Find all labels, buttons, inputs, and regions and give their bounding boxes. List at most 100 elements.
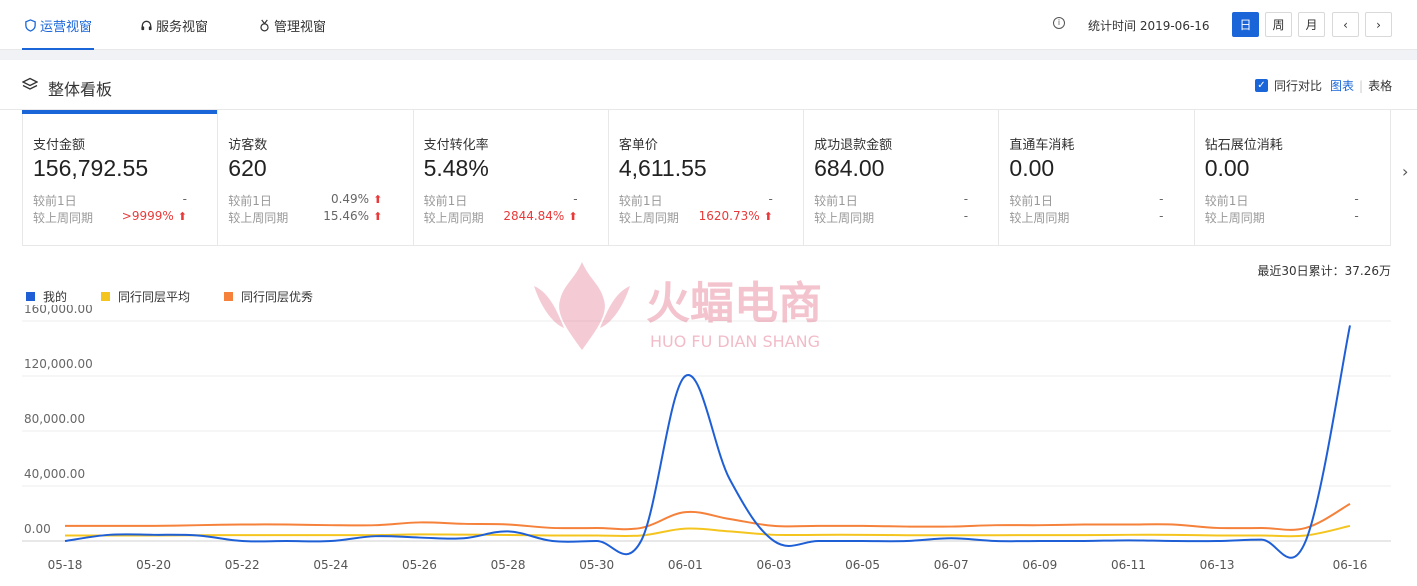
day-compare: 较前1日 - [619,192,773,209]
compare-checkbox[interactable]: ✓ [1255,79,1268,92]
y-tick-label: 0.00 [24,522,51,536]
week-compare: 较上周同期 - [1205,209,1359,226]
week-compare: 较上周同期 - [1009,209,1163,226]
x-tick-label: 05-18 [48,558,83,572]
series-line-best[interactable] [65,502,1351,531]
legend-label: 同行同层优秀 [241,290,314,304]
x-tick-label: 05-30 [579,558,614,572]
period-month-button[interactable]: 月 [1298,12,1325,37]
day-compare-pct: - [1354,192,1359,206]
day-compare-label: 较前1日 [814,194,858,208]
legend-swatch [26,292,35,301]
prev-date-button[interactable]: ‹ [1332,12,1359,37]
day-compare: 较前1日 - [814,192,968,209]
watermark-en: HUO FU DIAN SHANG [650,332,820,351]
tab-management-label: 管理视窗 [274,19,327,35]
metric-card[interactable]: 钻石展位消耗 0.00 较前1日 - 较上周同期 - [1195,110,1390,245]
day-compare-pct: 0.49% [330,192,370,206]
tab-service-label: 服务视窗 [156,19,209,35]
day-compare-label: 较前1日 [618,194,663,208]
x-tick-label: 05-20 [136,558,171,572]
metric-value: 0.00 [1204,155,1250,181]
series-line-avg[interactable] [65,524,1351,538]
y-tick-label: 120,000.00 [24,357,93,371]
metric-label: 支付金额 [33,138,86,153]
shield-icon [25,18,36,32]
watermark-logo: 火蝠电商 HUO FU DIAN SHANG [534,262,822,351]
period-week-button[interactable]: 周 [1265,12,1292,37]
metric-value: 4,611.55 [618,155,707,181]
legend-swatch [224,292,234,301]
metric-card[interactable]: 客单价 4,611.55 较前1日 - 较上周同期 1620.73% ⬆ [609,110,805,245]
week-compare-label: 较上周同期 [423,211,484,225]
x-tick-label: 06-09 [1022,558,1057,572]
metric-cards: 支付金额 156,792.55 较前1日 - 较上周同期 >9999% ⬆ 访客数 620 较前1… [21,110,1391,246]
section-title: 整体看板 [48,80,113,99]
legend-label: 同行同层平均 [118,290,191,304]
metric-label: 客单价 [618,138,658,153]
next-date-button[interactable]: › [1365,12,1392,37]
info-icon[interactable]: i [1053,17,1065,29]
layers-icon [22,77,38,90]
week-compare-pct: - [963,209,969,223]
x-tick-label: 05-26 [402,558,437,572]
metric-value: 684.00 [814,155,885,181]
day-compare-label: 较前1日 [1009,194,1054,208]
week-compare-label: 较上周同期 [1204,211,1265,225]
x-tick-label: 06-01 [668,558,703,572]
metric-label: 支付转化率 [423,138,489,153]
tab-operations[interactable]: 运营视窗 [22,0,95,50]
week-compare: 较上周同期 >9999% ⬆ [33,209,187,226]
day-compare: 较前1日 - [1009,192,1163,209]
arrow-up-icon: ⬆ [763,210,773,223]
tab-operations-label: 运营视窗 [40,19,93,35]
chart-legend: 我的 同行同层平均 同行同层优秀 [26,288,347,305]
week-compare: 较上周同期 - [814,209,968,226]
view-chart-link[interactable]: 图表 [1330,77,1354,94]
day-compare-label: 较前1日 [423,194,468,208]
legend-item-avg[interactable]: 同行同层平均 [101,288,190,305]
x-tick-label: 05-24 [313,558,348,572]
section-gap [0,50,1417,60]
tab-management[interactable]: 管理视窗 [258,0,326,50]
x-tick-label: 06-16 [1333,558,1368,572]
metric-label: 成功退款金额 [814,138,893,153]
day-compare: 较前1日 - [424,192,578,209]
day-compare-pct: - [573,192,578,206]
metric-card[interactable]: 支付金额 156,792.55 较前1日 - 较上周同期 >9999% ⬆ [21,110,219,245]
metric-card[interactable]: 成功退款金额 684.00 较前1日 - 较上周同期 - [804,110,1000,245]
tab-service[interactable]: 服务视窗 [140,0,208,50]
arrow-up-icon: ⬆ [568,210,578,223]
legend-item-best[interactable]: 同行同层优秀 [224,288,313,305]
legend-item-mine[interactable]: 我的 [26,288,67,305]
section-header: 整体看板 ✓ 同行对比 图表 | 表格 [0,60,1417,110]
metric-label: 直通车消耗 [1009,138,1075,153]
week-compare-pct: - [1354,209,1359,223]
week-compare: 较上周同期 1620.73% ⬆ [619,209,773,226]
x-tick-label: 06-03 [757,558,792,572]
legend-swatch [101,292,111,301]
period-day-button[interactable]: 日 [1232,12,1259,37]
week-compare-pct: 1620.73% [698,209,760,223]
metric-card[interactable]: 访客数 620 较前1日 0.49% ⬆ 较上周同期 15.46% ⬆ [218,110,414,245]
day-compare-label: 较前1日 [228,194,272,208]
day-compare-label: 较前1日 [33,194,77,208]
week-compare-pct: - [1159,209,1164,223]
metric-value: 156,792.55 [33,155,149,181]
day-compare: 较前1日 0.49% ⬆ [228,192,382,209]
metric-card[interactable]: 支付转化率 5.48% 较前1日 - 较上周同期 2844.84% ⬆ [414,110,609,245]
x-tick-label: 06-05 [845,558,880,572]
y-tick-label: 160,000.00 [24,305,93,316]
cards-next-icon[interactable]: › [1402,162,1408,181]
metric-card[interactable]: 直通车消耗 0.00 较前1日 - 较上周同期 - [999,110,1195,245]
week-compare-label: 较上周同期 [33,211,94,225]
day-compare-pct: - [768,192,773,206]
metric-label: 访客数 [228,138,268,153]
series-line-mine[interactable] [64,325,1351,559]
x-tick-label: 06-13 [1200,558,1235,572]
metric-value: 0.00 [1009,155,1055,181]
day-compare-pct: - [1159,192,1164,206]
headset-icon [141,20,152,30]
view-table-link[interactable]: 表格 [1368,77,1392,94]
watermark-cn: 火蝠电商 [646,278,822,329]
